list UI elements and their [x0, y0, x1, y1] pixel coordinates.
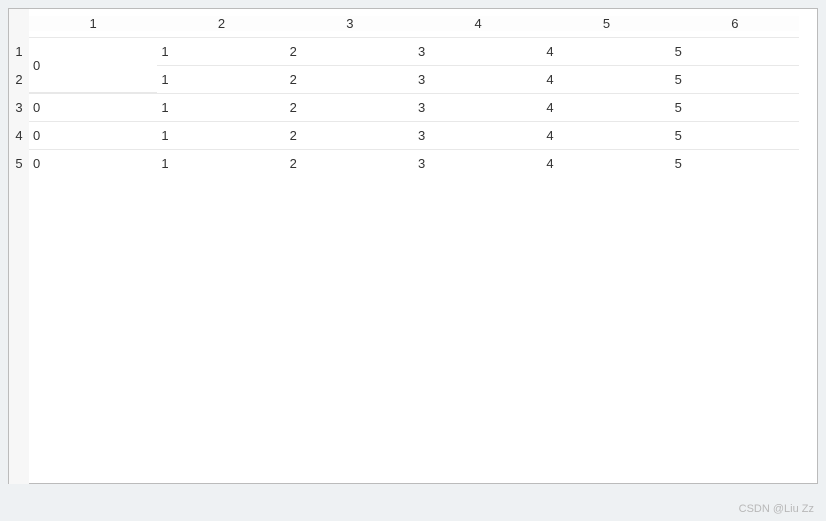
col-header-5[interactable]: 5 — [542, 16, 670, 31]
cell[interactable]: 4 — [542, 37, 670, 65]
col-header-6[interactable]: 6 — [671, 16, 799, 31]
col-header-2[interactable]: 2 — [157, 16, 285, 31]
cell[interactable]: 5 — [671, 121, 799, 149]
cell[interactable]: 4 — [542, 149, 670, 177]
table-row: 3 0 1 2 3 4 5 — [9, 93, 817, 121]
cell[interactable]: 2 — [286, 65, 414, 93]
column-header-row: 1 2 3 4 5 6 — [9, 9, 817, 37]
cell-spacer — [799, 65, 817, 93]
cell[interactable]: 3 — [414, 149, 542, 177]
cell[interactable]: 0 — [29, 121, 157, 149]
cell[interactable]: 3 — [414, 37, 542, 65]
cell[interactable]: 5 — [671, 93, 799, 121]
cell[interactable]: 5 — [671, 149, 799, 177]
col-header-3[interactable]: 3 — [286, 16, 414, 31]
cell[interactable]: 1 — [157, 149, 285, 177]
cell[interactable]: 4 — [542, 65, 670, 93]
cell-spacer — [799, 121, 817, 149]
cell-spacer — [799, 149, 817, 177]
merged-cell[interactable]: 0 — [29, 37, 157, 93]
cell[interactable]: 2 — [286, 93, 414, 121]
cell[interactable]: 3 — [414, 121, 542, 149]
cell[interactable]: 2 — [286, 149, 414, 177]
cell[interactable]: 2 — [286, 121, 414, 149]
cell[interactable]: 3 — [414, 93, 542, 121]
row-header-3[interactable]: 3 — [9, 93, 29, 121]
grid-area: 1 2 3 4 5 6 1 1 2 3 4 5 2 1 2 — [9, 9, 817, 177]
cell[interactable]: 0 — [29, 149, 157, 177]
cell[interactable]: 1 — [157, 93, 285, 121]
data-rows: 1 1 2 3 4 5 2 1 2 3 4 5 0 3 — [9, 37, 817, 177]
cell[interactable]: 4 — [542, 93, 670, 121]
cell[interactable]: 1 — [157, 121, 285, 149]
cell[interactable]: 2 — [286, 37, 414, 65]
table-row: 4 0 1 2 3 4 5 — [9, 121, 817, 149]
cell-spacer — [799, 37, 817, 65]
cell[interactable]: 1 — [157, 65, 285, 93]
cell[interactable]: 3 — [414, 65, 542, 93]
cell[interactable]: 4 — [542, 121, 670, 149]
table-row: 5 0 1 2 3 4 5 — [9, 149, 817, 177]
cell[interactable]: 5 — [671, 65, 799, 93]
cell[interactable]: 5 — [671, 37, 799, 65]
row-header-4[interactable]: 4 — [9, 121, 29, 149]
row-header-1[interactable]: 1 — [9, 37, 29, 65]
row-header-5[interactable]: 5 — [9, 149, 29, 177]
cell[interactable]: 1 — [157, 37, 285, 65]
col-header-1[interactable]: 1 — [29, 16, 157, 31]
row-header-2[interactable]: 2 — [9, 65, 29, 93]
cell-spacer — [799, 93, 817, 121]
col-header-4[interactable]: 4 — [414, 16, 542, 31]
spreadsheet-panel: 1 2 3 4 5 6 1 1 2 3 4 5 2 1 2 — [8, 8, 818, 484]
watermark: CSDN @Liu Zz — [739, 503, 814, 515]
cell[interactable]: 0 — [29, 93, 157, 121]
